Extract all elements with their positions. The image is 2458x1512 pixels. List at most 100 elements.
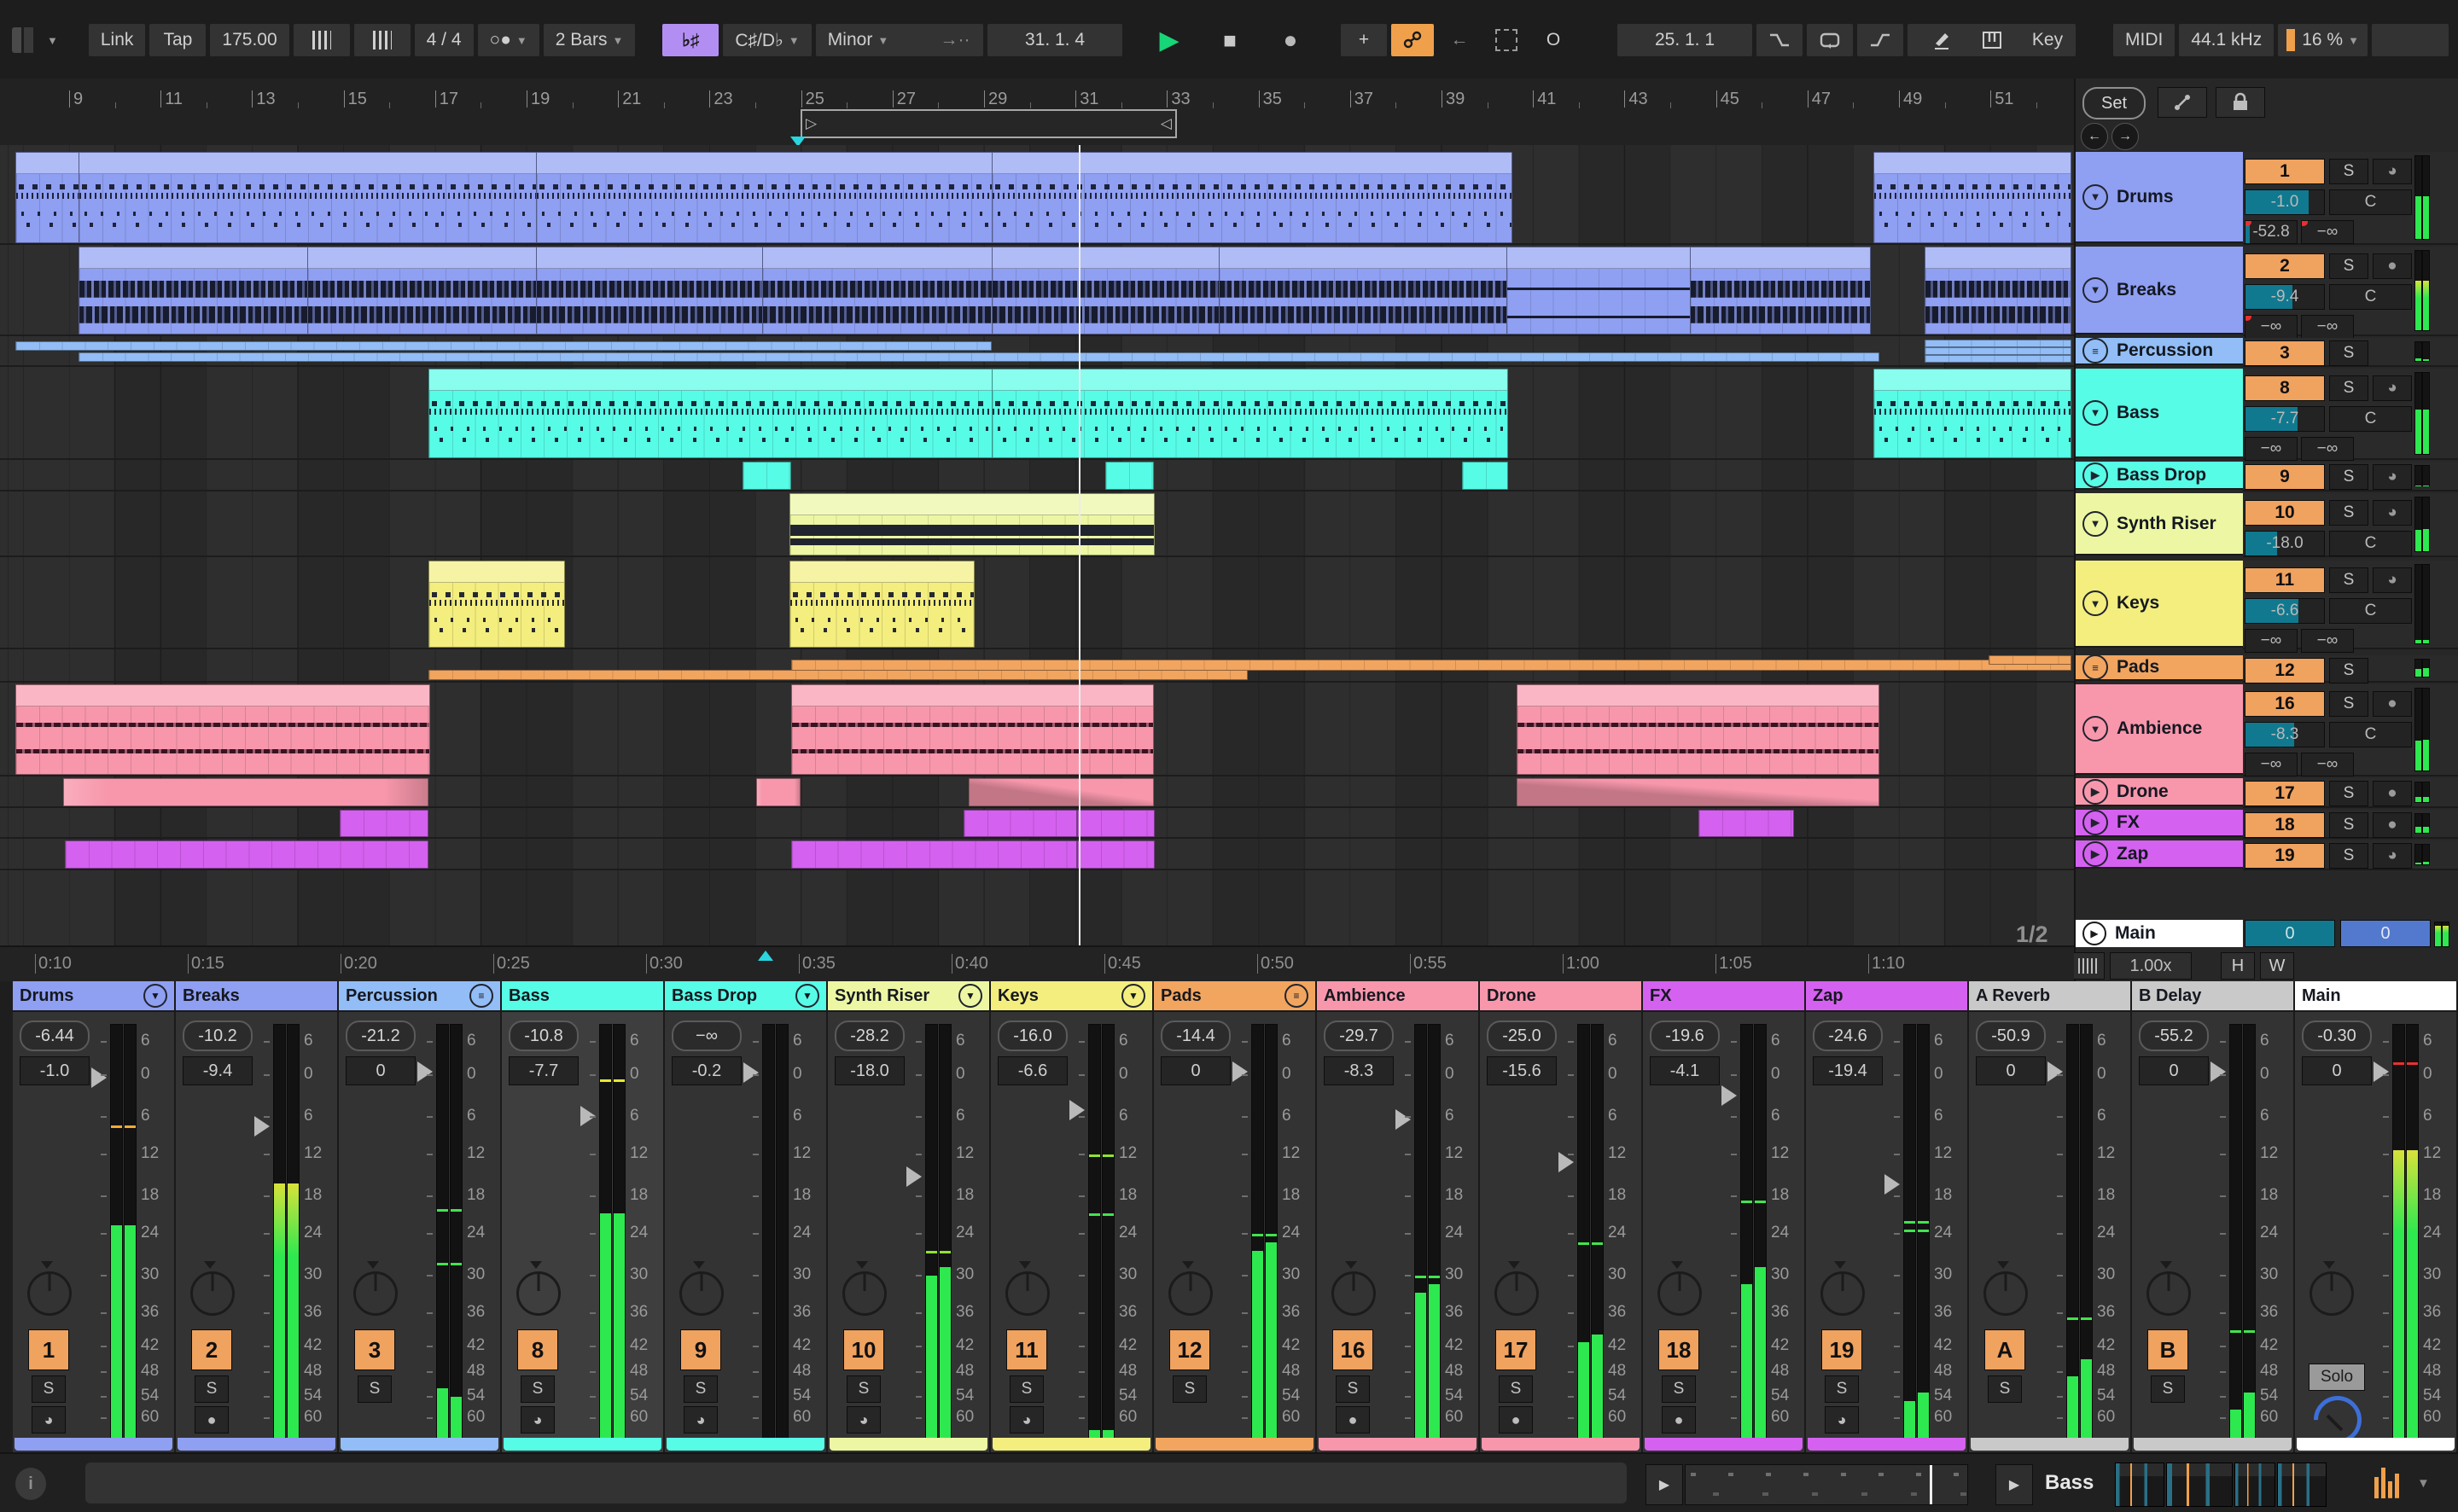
pan-knob[interactable] [27, 1271, 72, 1316]
zoom-height-button[interactable]: H [2221, 952, 2255, 980]
solo-button[interactable]: S [2329, 340, 2368, 366]
pan-knob[interactable] [679, 1271, 724, 1316]
volume-value[interactable]: -8.3 [1324, 1056, 1394, 1085]
track-header-drone[interactable]: ▶ Drone [2076, 778, 2243, 806]
fold-down-icon[interactable]: ▼ [2082, 399, 2108, 426]
track-number-badge[interactable]: 16 [1332, 1329, 1373, 1370]
volume-field[interactable]: -9.4 [2245, 284, 2325, 310]
draw-mode-button[interactable] [1485, 24, 1528, 56]
track-number-badge[interactable]: 8 [517, 1329, 558, 1370]
clip[interactable] [63, 778, 428, 806]
undo-scroll-left-button[interactable]: ← [2081, 123, 2108, 150]
send-field[interactable]: −∞ [2245, 437, 2298, 461]
track-number-badge[interactable]: 11 [1006, 1329, 1047, 1370]
volume-value[interactable]: -9.4 [183, 1056, 253, 1085]
arm-icon[interactable]: ● [2373, 812, 2412, 838]
punch-in-button[interactable] [1756, 24, 1803, 56]
clip[interactable] [1506, 247, 1692, 334]
track-number-badge[interactable]: B [2147, 1329, 2188, 1370]
track-number-badge[interactable]: 18 [2245, 812, 2325, 838]
clip[interactable] [65, 840, 428, 869]
mixer-strip-pads[interactable]: Pads ≡ -14.4 0 6 0 6 12 18 24 30 36 42 48 54 60 12 S [1154, 981, 1317, 1452]
strip-name[interactable]: Bass [502, 981, 663, 1012]
clip[interactable] [1925, 347, 2071, 355]
punch-out-button[interactable] [1857, 24, 1903, 56]
peak-level-value[interactable]: -25.0 [1487, 1021, 1557, 1051]
arm-icon[interactable]: ● [1662, 1406, 1696, 1433]
output-meter-button[interactable] [2373, 1468, 2402, 1498]
window-controls-icon[interactable] [12, 27, 38, 53]
record-button[interactable]: ● [1262, 24, 1319, 56]
clip-mini-overview[interactable] [1685, 1464, 1968, 1505]
playback-speed-field[interactable]: 1.00x [2110, 952, 2192, 980]
solo-button[interactable]: S [2329, 159, 2368, 184]
freeze-icon[interactable]: ◕ [2373, 159, 2412, 184]
track-header-keys[interactable]: ▼ Keys [2076, 561, 2243, 648]
solo-button[interactable]: S [521, 1375, 555, 1403]
arrangement-row-drums[interactable] [0, 152, 2074, 245]
solo-button[interactable]: S [847, 1375, 881, 1403]
solo-button[interactable]: S [2329, 464, 2368, 490]
volume-value[interactable]: -19.4 [1813, 1056, 1883, 1085]
fold-right-icon[interactable]: ▶ [2082, 840, 2108, 867]
freeze-icon[interactable]: ◕ [847, 1406, 881, 1433]
clip[interactable] [15, 684, 430, 775]
loop-switch-button[interactable] [1807, 24, 1853, 56]
clip[interactable] [79, 352, 1879, 362]
solo-button[interactable]: S [2329, 781, 2368, 806]
clip[interactable] [1219, 247, 1508, 334]
fold-menu-icon[interactable]: ≡ [469, 984, 493, 1008]
metronome-button[interactable]: ○● ▼ [477, 24, 539, 56]
audition-waveform-button[interactable] [2071, 952, 2105, 980]
time-signature-field[interactable]: 4 / 4 [414, 24, 474, 56]
volume-field[interactable]: -8.3 [2245, 722, 2325, 747]
pan-knob[interactable] [2146, 1271, 2191, 1316]
info-icon[interactable]: i [15, 1468, 46, 1500]
key-root-menu[interactable]: C♯/D♭ ▼ [723, 24, 812, 56]
fold-down-icon[interactable]: ▼ [143, 984, 167, 1008]
main-pan-field[interactable]: 0 [2340, 920, 2431, 947]
clip[interactable] [1873, 152, 2071, 243]
pan-knob[interactable] [1168, 1271, 1213, 1316]
mixer-strip-bass[interactable]: Bass -10.8 -7.7 6 0 6 12 18 24 30 36 42 48 54 60 8 S ◕ [502, 981, 665, 1452]
send-field[interactable]: −∞ [2245, 753, 2298, 776]
loop-start-handle[interactable]: ▷ [806, 115, 817, 132]
arrangement-row-keys[interactable] [0, 561, 2074, 649]
fader-handle[interactable] [1232, 1061, 1248, 1082]
track-header-bass-drop[interactable]: ▶ Bass Drop [2076, 462, 2243, 490]
time-ruler[interactable]: 0:10 0:15 0:20 0:25 0:30 0:35 0:40 0:45 0:50 0:55… [0, 945, 2074, 983]
peak-level-value[interactable]: -6.44 [20, 1021, 90, 1051]
loop-end-handle[interactable]: ◁ [1161, 115, 1172, 132]
play-circle-icon[interactable]: ▶ [2082, 922, 2106, 945]
arm-icon[interactable]: ● [1336, 1406, 1370, 1433]
arrangement-position-field[interactable]: 31. 1. 4 [987, 24, 1122, 56]
clip[interactable] [762, 247, 993, 334]
arrangement-row-drone[interactable] [0, 778, 2074, 808]
device-thumbnail[interactable] [2234, 1463, 2275, 1507]
strip-name[interactable]: Drone [1480, 981, 1641, 1012]
fold-down-icon[interactable]: ▼ [2082, 276, 2108, 303]
pan-knob[interactable] [1494, 1271, 1539, 1316]
strip-name[interactable]: Breaks [176, 981, 337, 1012]
track-number-badge[interactable]: 3 [354, 1329, 395, 1370]
clip[interactable] [340, 810, 428, 837]
computer-midi-keyboard-button[interactable] [1969, 24, 2015, 56]
pan-knob[interactable] [2309, 1271, 2354, 1316]
metronome-chevron-icon[interactable]: ▼ [516, 34, 527, 47]
capture-midi-button[interactable]: ← [1438, 24, 1481, 56]
device-chain-play-button[interactable]: ▶ [1995, 1464, 2033, 1505]
fold-down-icon[interactable]: ▼ [2082, 716, 2108, 741]
volume-value[interactable]: -4.1 [1650, 1056, 1720, 1085]
mixer-strip-zap[interactable]: Zap -24.6 -19.4 6 0 6 12 18 24 30 36 42 48 54 60 19 S ◕ [1806, 981, 1969, 1452]
track-number-badge[interactable]: 10 [843, 1329, 884, 1370]
volume-field[interactable]: -7.7 [2245, 406, 2325, 432]
fold-right-icon[interactable]: ▶ [2082, 462, 2108, 488]
freeze-icon[interactable]: ◕ [2373, 567, 2412, 593]
solo-button[interactable]: S [32, 1375, 66, 1403]
peak-level-value[interactable]: -55.2 [2139, 1021, 2209, 1051]
clip[interactable] [992, 369, 1508, 458]
clip[interactable] [1105, 462, 1154, 490]
clip[interactable] [536, 247, 764, 334]
track-number-badge[interactable]: 8 [2245, 375, 2325, 401]
device-thumbnail[interactable] [2115, 1463, 2164, 1507]
